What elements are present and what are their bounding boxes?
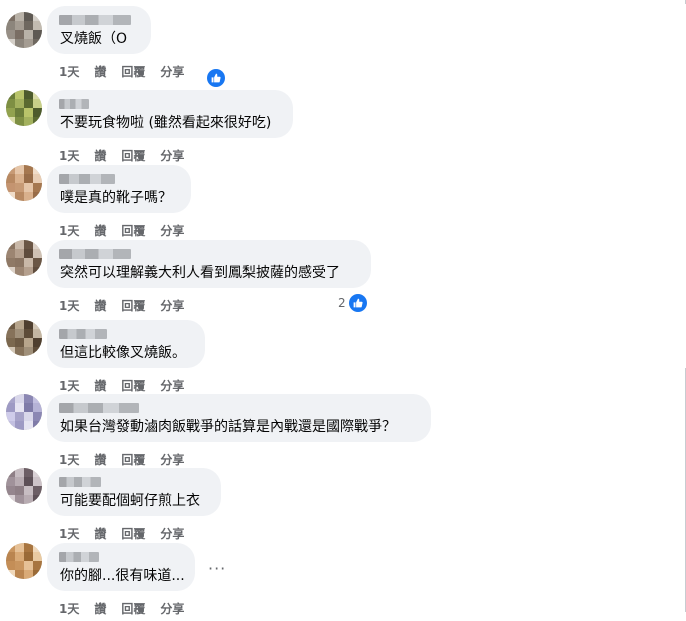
reply-button[interactable]: 回覆 bbox=[121, 148, 145, 164]
like-button[interactable]: 讚 bbox=[94, 298, 106, 314]
avatar[interactable] bbox=[6, 543, 42, 579]
share-button[interactable]: 分享 bbox=[160, 526, 184, 542]
comment-actions: 1天讚回覆 分享 bbox=[59, 64, 199, 80]
author-name-blurred[interactable] bbox=[59, 403, 139, 413]
comment-timestamp[interactable]: 1天 bbox=[59, 601, 79, 617]
comment-text: 突然可以理解義大利人看到鳳梨披薩的感受了 bbox=[60, 265, 340, 281]
author-name-blurred[interactable] bbox=[59, 99, 89, 109]
comment-item: 可能要配個蚵仔煎上衣 1天讚回覆 分享 bbox=[0, 468, 686, 546]
reply-button[interactable]: 回覆 bbox=[121, 64, 145, 80]
share-button[interactable]: 分享 bbox=[160, 452, 184, 468]
comment-timestamp[interactable]: 1天 bbox=[59, 526, 79, 542]
comment-item: 你的腳...很有味道... 1天讚回覆 分享 ··· bbox=[0, 543, 686, 621]
comment-item: 噗是真的靴子嗎？ 1天讚回覆 分享 bbox=[0, 165, 686, 243]
comment-bubble: 但這比較像叉燒飯。 bbox=[47, 320, 205, 368]
like-button[interactable]: 讚 bbox=[94, 64, 106, 80]
author-name-blurred[interactable] bbox=[59, 249, 131, 259]
reply-button[interactable]: 回覆 bbox=[121, 378, 145, 394]
share-button[interactable]: 分享 bbox=[160, 64, 184, 80]
comment-bubble: 不要玩食物啦 (雖然看起來很好吃) bbox=[47, 90, 293, 138]
like-button[interactable]: 讚 bbox=[94, 148, 106, 164]
share-button[interactable]: 分享 bbox=[160, 298, 184, 314]
reply-button[interactable]: 回覆 bbox=[121, 298, 145, 314]
avatar[interactable] bbox=[6, 468, 42, 504]
like-button[interactable]: 讚 bbox=[94, 452, 106, 468]
comment-bubble: 噗是真的靴子嗎？ bbox=[47, 165, 191, 213]
thumbs-up-icon bbox=[207, 69, 225, 87]
comment-actions: 1天讚回覆 分享 bbox=[59, 378, 199, 394]
avatar[interactable] bbox=[6, 240, 42, 276]
comment-text: 不要玩食物啦 (雖然看起來很好吃) bbox=[60, 115, 272, 131]
comment-actions: 1天讚回覆 分享 bbox=[59, 298, 199, 314]
comment-actions: 1天讚回覆 分享 bbox=[59, 526, 199, 542]
comment-actions: 1天讚回覆 分享 bbox=[59, 223, 199, 239]
avatar[interactable] bbox=[6, 90, 42, 126]
comment-bubble: 突然可以理解義大利人看到鳳梨披薩的感受了 bbox=[47, 240, 371, 288]
author-name-blurred[interactable] bbox=[59, 552, 99, 562]
avatar[interactable] bbox=[6, 320, 42, 356]
reply-button[interactable]: 回覆 bbox=[121, 601, 145, 617]
avatar[interactable] bbox=[6, 394, 42, 430]
author-name-blurred[interactable] bbox=[59, 477, 101, 487]
reply-button[interactable]: 回覆 bbox=[121, 223, 145, 239]
comment-item: 如果台灣發動滷肉飯戰爭的話算是內戰還是國際戰爭？ 1天讚回覆 分享 bbox=[0, 394, 686, 472]
like-button[interactable]: 讚 bbox=[94, 378, 106, 394]
comment-actions: 1天讚回覆 分享 bbox=[59, 452, 199, 468]
comment-item: 突然可以理解義大利人看到鳳梨披薩的感受了 1天讚回覆 分享 2 bbox=[0, 240, 686, 318]
comment-text: 但這比較像叉燒飯。 bbox=[60, 345, 186, 361]
reply-button[interactable]: 回覆 bbox=[121, 452, 145, 468]
comment-text: 叉燒飯（O bbox=[60, 31, 128, 47]
comment-timestamp[interactable]: 1天 bbox=[59, 378, 79, 394]
avatar[interactable] bbox=[6, 165, 42, 201]
reaction-summary[interactable] bbox=[207, 69, 225, 87]
avatar[interactable] bbox=[6, 12, 42, 48]
comment-text: 如果台灣發動滷肉飯戰爭的話算是內戰還是國際戰爭？ bbox=[60, 419, 396, 435]
author-name-blurred[interactable] bbox=[59, 174, 115, 184]
reaction-summary[interactable]: 2 bbox=[338, 294, 367, 312]
like-button[interactable]: 讚 bbox=[94, 526, 106, 542]
comment-bubble: 如果台灣發動滷肉飯戰爭的話算是內戰還是國際戰爭？ bbox=[47, 394, 431, 442]
comment-timestamp[interactable]: 1天 bbox=[59, 298, 79, 314]
share-button[interactable]: 分享 bbox=[160, 601, 184, 617]
author-name-blurred[interactable] bbox=[59, 15, 131, 25]
reply-button[interactable]: 回覆 bbox=[121, 526, 145, 542]
comment-timestamp[interactable]: 1天 bbox=[59, 452, 79, 468]
comment-text: 可能要配個蚵仔煎上衣 bbox=[60, 493, 200, 509]
comment-item: 不要玩食物啦 (雖然看起來很好吃) 1天讚回覆 分享 bbox=[0, 90, 686, 168]
comment-item: 但這比較像叉燒飯。 1天讚回覆 分享 bbox=[0, 320, 686, 398]
comment-text: 你的腳...很有味道... bbox=[60, 568, 185, 584]
comment-actions: 1天讚回覆 分享 bbox=[59, 601, 199, 617]
like-button[interactable]: 讚 bbox=[94, 223, 106, 239]
comment-bubble: 可能要配個蚵仔煎上衣 bbox=[47, 468, 221, 516]
comment-item: 叉燒飯（O 1天讚回覆 分享 bbox=[0, 6, 686, 87]
comment-text: 噗是真的靴子嗎？ bbox=[60, 190, 172, 206]
comment-timestamp[interactable]: 1天 bbox=[59, 64, 79, 80]
like-button[interactable]: 讚 bbox=[94, 601, 106, 617]
reaction-count: 2 bbox=[338, 296, 346, 310]
thumbs-up-icon bbox=[348, 294, 367, 312]
more-options-icon[interactable]: ··· bbox=[208, 559, 226, 578]
share-button[interactable]: 分享 bbox=[160, 223, 184, 239]
comment-bubble: 你的腳...很有味道... bbox=[47, 543, 195, 591]
author-name-blurred[interactable] bbox=[59, 329, 107, 339]
comment-bubble: 叉燒飯（O bbox=[47, 6, 151, 54]
share-button[interactable]: 分享 bbox=[160, 378, 184, 394]
comment-timestamp[interactable]: 1天 bbox=[59, 223, 79, 239]
comment-timestamp[interactable]: 1天 bbox=[59, 148, 79, 164]
comment-actions: 1天讚回覆 分享 bbox=[59, 148, 199, 164]
share-button[interactable]: 分享 bbox=[160, 148, 184, 164]
